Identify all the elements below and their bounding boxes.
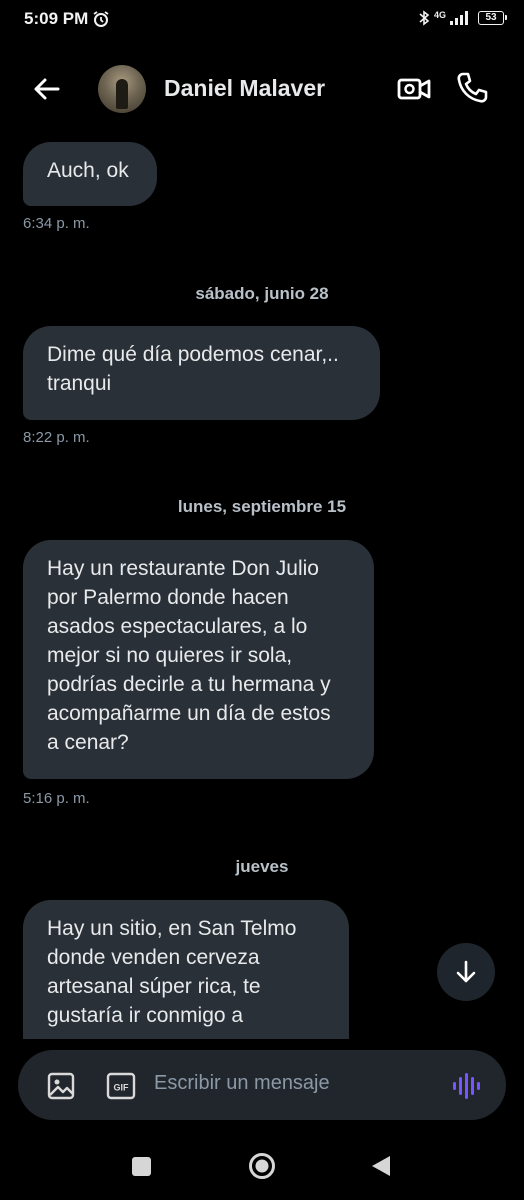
message-text: mejor si no quieres ir sola, <box>47 644 293 667</box>
status-icons: 4G 53 <box>418 9 507 26</box>
voice-icon[interactable] <box>452 1071 484 1101</box>
message-text: artesanal súper rica, te <box>47 975 261 998</box>
avatar[interactable] <box>98 65 146 113</box>
message-bubble[interactable]: Hay un sitio, en San Telmo donde venden … <box>23 900 349 1039</box>
message-text: Dime qué día podemos cenar,.. <box>47 343 339 366</box>
message-timestamp: 8:22 p. m. <box>23 429 90 446</box>
message-text: acompañarme un día de estos <box>47 702 331 725</box>
video-call-icon[interactable] <box>396 72 432 106</box>
message-timestamp: 6:34 p. m. <box>23 215 90 232</box>
gif-icon[interactable]: GIF <box>106 1071 136 1101</box>
message-text: asados espectaculares, a lo <box>47 615 308 638</box>
gif-label: GIF <box>114 1083 130 1093</box>
network-label: 4G <box>433 9 446 20</box>
date-separator: lunes, septiembre 15 <box>177 497 347 516</box>
signal-icon <box>450 11 468 25</box>
alarm-icon <box>93 11 109 27</box>
message-text: tranqui <box>47 372 112 395</box>
message-text: Hay un restaurante Don Julio <box>47 557 319 580</box>
message-text: por Palermo donde hacen <box>47 586 289 609</box>
message-text: Hay un sitio, en San Telmo <box>47 917 297 940</box>
conversation-header: Daniel Malaver <box>0 58 524 120</box>
message-bubble[interactable]: Hay un restaurante Don Julio por Palermo… <box>23 540 374 779</box>
message-timestamp: 5:16 p. m. <box>23 790 90 807</box>
message-text: Auch, ok <box>47 159 129 182</box>
message-bubble[interactable]: Auch, ok <box>23 142 157 206</box>
scroll-to-bottom-button[interactable] <box>437 943 495 1001</box>
message-text: podrías decirle a tu hermana y <box>47 673 331 696</box>
system-nav-bar <box>0 1136 524 1200</box>
contact-name[interactable]: Daniel Malaver <box>164 75 325 102</box>
message-text: gustaría ir conmigo a <box>47 1004 244 1027</box>
recents-button[interactable] <box>132 1157 151 1176</box>
phone-icon[interactable] <box>454 70 490 106</box>
date-separator: sábado, junio 28 <box>195 284 329 303</box>
arrow-down-icon <box>456 960 476 983</box>
message-bubble[interactable]: Dime qué día podemos cenar,.. tranqui <box>23 326 380 420</box>
home-button[interactable] <box>248 1152 276 1180</box>
message-input[interactable]: Escribir un mensaje <box>154 1072 330 1095</box>
nav-back-button[interactable] <box>370 1154 392 1178</box>
image-icon[interactable] <box>46 1071 76 1101</box>
battery-icon: 53 <box>478 11 507 25</box>
status-time-group: 5:09 PM <box>24 9 110 29</box>
back-arrow-icon[interactable] <box>30 72 64 106</box>
message-text: donde venden cerveza <box>47 946 260 969</box>
message-composer: GIF Escribir un mensaje <box>18 1050 506 1120</box>
status-bar: 5:09 PM 4G 53 <box>0 0 524 40</box>
bluetooth-icon <box>419 10 430 26</box>
date-separator: jueves <box>235 857 289 876</box>
message-text: a cenar? <box>47 731 129 754</box>
status-time: 5:09 PM <box>24 9 89 28</box>
